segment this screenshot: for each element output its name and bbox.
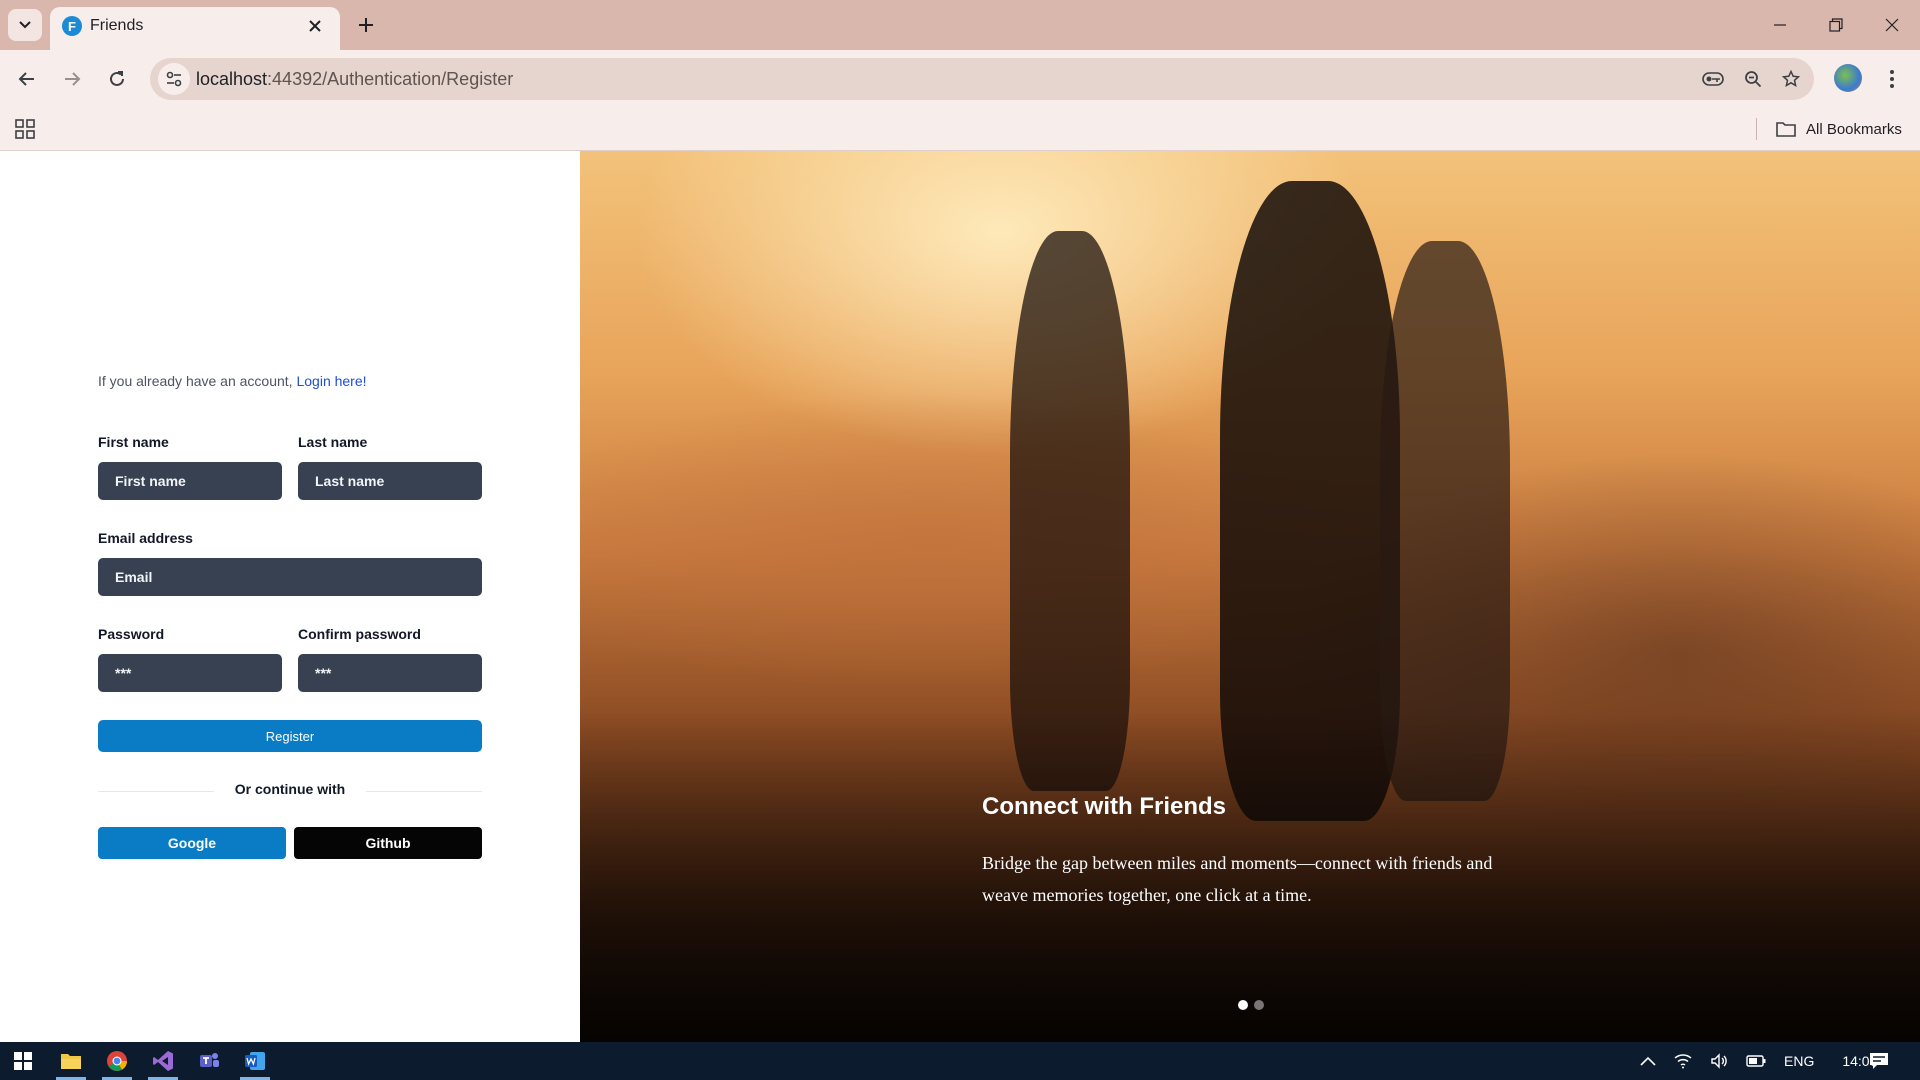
close-window-button[interactable] — [1864, 0, 1920, 50]
browser-menu-button[interactable] — [1880, 64, 1904, 94]
wifi-icon[interactable] — [1674, 1053, 1692, 1069]
tab-search-button[interactable] — [8, 9, 42, 41]
plus-icon — [359, 18, 373, 32]
star-icon — [1782, 70, 1800, 88]
last-name-input[interactable] — [298, 462, 482, 500]
word-icon — [245, 1052, 265, 1070]
carousel-dot[interactable] — [1238, 1000, 1248, 1010]
volume-icon[interactable] — [1710, 1053, 1728, 1069]
restore-button[interactable] — [1808, 0, 1864, 50]
carousel-dot[interactable] — [1254, 1000, 1264, 1010]
language-indicator[interactable]: ENG — [1784, 1053, 1814, 1069]
taskbar-word[interactable] — [232, 1042, 278, 1080]
visual-studio-icon — [153, 1051, 173, 1071]
url-host: localhost — [196, 69, 268, 89]
site-info-button[interactable] — [158, 63, 190, 95]
notifications-button[interactable] — [1856, 1042, 1902, 1080]
google-login-button[interactable]: Google — [98, 827, 286, 859]
windows-icon — [14, 1052, 32, 1070]
hero-title: Connect with Friends — [982, 793, 1227, 820]
apps-grid-icon[interactable] — [14, 118, 36, 140]
profile-avatar[interactable] — [1834, 64, 1862, 92]
page-content: If you already have an account, Login he… — [0, 151, 1920, 1042]
restore-icon — [1829, 18, 1843, 32]
password-label: Password — [98, 626, 165, 642]
tab-close-button[interactable] — [302, 13, 328, 39]
system-tray: ENG 14:06 — [1640, 1042, 1877, 1080]
github-login-button[interactable]: Github — [294, 827, 482, 859]
taskbar-chrome[interactable] — [94, 1042, 140, 1080]
new-tab-button[interactable] — [352, 11, 380, 39]
password-key-button[interactable] — [1698, 64, 1728, 94]
tune-icon — [166, 71, 182, 87]
teams-icon — [200, 1053, 219, 1067]
chevron-up-icon[interactable] — [1640, 1056, 1656, 1066]
tab-title: Friends — [90, 17, 144, 34]
zoom-button[interactable] — [1738, 64, 1768, 94]
taskbar-teams[interactable] — [186, 1042, 232, 1080]
back-button[interactable] — [10, 62, 44, 96]
tab-friends[interactable]: F Friends — [50, 7, 340, 50]
register-button[interactable]: Register — [98, 720, 482, 752]
address-bar[interactable]: localhost:44392/Authentication/Register — [150, 58, 1814, 100]
or-continue-text: Or continue with — [234, 781, 346, 797]
reload-button[interactable] — [100, 62, 134, 96]
key-icon — [1702, 72, 1724, 86]
first-name-label: First name — [98, 434, 169, 450]
bookmark-star-button[interactable] — [1776, 64, 1806, 94]
zoom-out-icon — [1745, 71, 1762, 88]
reload-icon — [110, 71, 124, 86]
folder-icon — [61, 1054, 81, 1069]
all-bookmarks-label: All Bookmarks — [1806, 120, 1902, 138]
chrome-icon — [107, 1051, 127, 1071]
carousel-indicators — [1238, 1000, 1264, 1010]
password-input[interactable] — [98, 654, 282, 692]
folder-icon — [1776, 122, 1796, 137]
register-panel: If you already have an account, Login he… — [0, 151, 580, 1042]
more-vertical-icon — [1890, 70, 1894, 88]
email-label: Email address — [98, 530, 193, 546]
arrow-left-icon — [18, 72, 34, 86]
person-silhouette — [1010, 231, 1130, 791]
url-path: :44392/Authentication/Register — [267, 69, 514, 89]
bookmarks-bar: All Bookmarks — [0, 108, 1920, 151]
window-controls — [1752, 0, 1920, 50]
forward-button[interactable] — [55, 62, 89, 96]
close-icon — [309, 20, 321, 32]
account-prompt-text: If you already have an account, — [98, 373, 297, 389]
all-bookmarks-button[interactable]: All Bookmarks — [1776, 116, 1902, 142]
favicon-icon: F — [62, 16, 82, 36]
minimize-button[interactable] — [1752, 0, 1808, 50]
close-icon — [1885, 18, 1899, 32]
notification-icon — [1870, 1053, 1888, 1069]
taskbar-visual-studio[interactable] — [140, 1042, 186, 1080]
minimize-icon — [1774, 24, 1786, 26]
url-text[interactable]: localhost:44392/Authentication/Register — [196, 69, 513, 90]
login-link[interactable]: Login here! — [296, 373, 366, 389]
start-button[interactable] — [0, 1042, 46, 1080]
confirm-password-input[interactable] — [298, 654, 482, 692]
email-input[interactable] — [98, 558, 482, 596]
hero-carousel: Connect with Friends Bridge the gap betw… — [580, 151, 1920, 1042]
first-name-input[interactable] — [98, 462, 282, 500]
taskbar-file-explorer[interactable] — [48, 1042, 94, 1080]
chevron-down-icon — [19, 21, 31, 29]
battery-icon[interactable] — [1746, 1055, 1766, 1067]
last-name-label: Last name — [298, 434, 368, 450]
tab-strip: F Friends — [0, 0, 1920, 50]
browser-toolbar: localhost:44392/Authentication/Register — [0, 50, 1920, 108]
account-prompt: If you already have an account, Login he… — [98, 373, 367, 389]
bookmarks-separator — [1756, 118, 1757, 140]
arrow-right-icon — [65, 72, 81, 86]
confirm-password-label: Confirm password — [298, 626, 421, 642]
hero-text: Bridge the gap between miles and moments… — [982, 853, 1493, 905]
taskbar: ENG 14:06 — [0, 1042, 1920, 1080]
